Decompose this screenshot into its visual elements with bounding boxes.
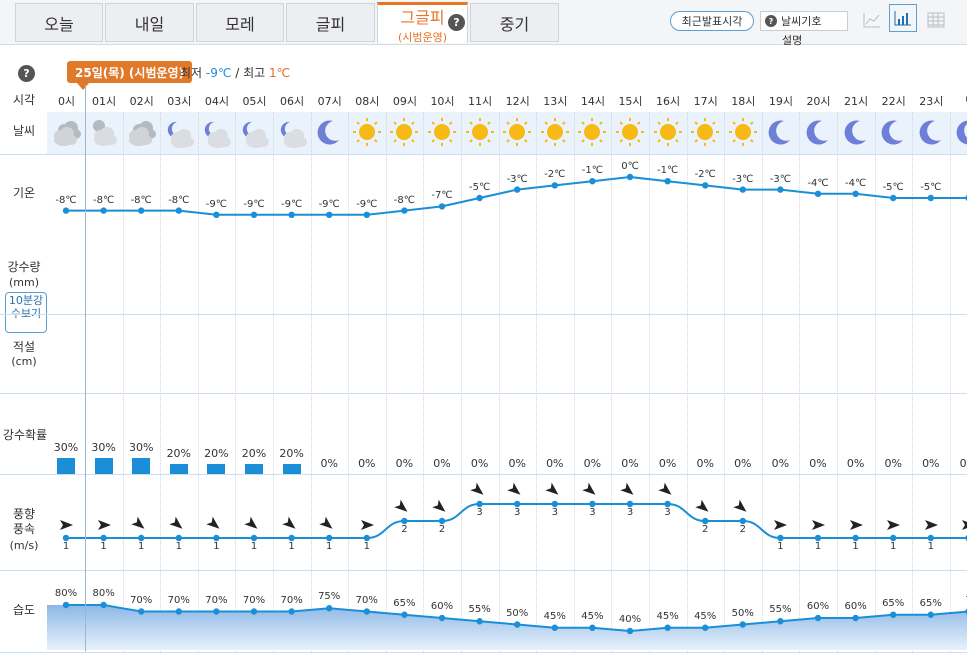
wind-point [250, 534, 258, 542]
current-time-line [85, 85, 86, 651]
humidity-point [551, 624, 558, 631]
wind-point [175, 534, 182, 542]
temperature-point [589, 178, 596, 185]
wind-line [66, 503, 967, 539]
wind-point [626, 500, 634, 508]
humidity-point [739, 621, 746, 628]
humidity-point [890, 611, 897, 618]
humidity-point [702, 624, 709, 631]
temperature-point [927, 194, 934, 202]
wind-point [100, 534, 107, 542]
wind-point [363, 534, 370, 542]
wind-point [438, 517, 446, 525]
temperature-point [852, 190, 859, 197]
wind-point [739, 517, 746, 525]
humidity-point [288, 608, 295, 615]
temperature-point [476, 194, 483, 202]
temperature-point [664, 178, 671, 185]
forecast-chart [47, 173, 967, 650]
temperature-point [814, 190, 822, 197]
wind-point [777, 534, 784, 542]
temperature-point [100, 207, 107, 214]
wind-point [890, 534, 897, 542]
wind-point [213, 534, 220, 542]
temperature-point [739, 186, 746, 193]
wind-point [852, 534, 859, 542]
wind-point [927, 534, 934, 542]
humidity-point [476, 618, 483, 625]
temperature-point [438, 203, 446, 210]
humidity-point [363, 608, 370, 615]
temperature-point [401, 207, 408, 214]
temperature-point [326, 211, 333, 218]
temperature-point [890, 194, 897, 202]
wind-point [288, 534, 295, 542]
humidity-point [777, 618, 784, 625]
wind-point [702, 517, 709, 525]
temperature-point [175, 207, 182, 214]
wind-point [589, 500, 596, 508]
humidity-point [626, 627, 634, 635]
wind-point [401, 517, 408, 525]
temperature-point [288, 211, 295, 218]
wind-point [814, 534, 822, 542]
humidity-point [927, 611, 934, 618]
humidity-point [852, 614, 859, 622]
temperature-point [138, 207, 145, 214]
temperature-line [66, 175, 967, 216]
humidity-point [62, 601, 70, 609]
temperature-point [62, 207, 70, 214]
wind-point [326, 534, 333, 542]
wind-point [664, 500, 671, 508]
humidity-point [589, 624, 596, 631]
humidity-point [664, 624, 671, 631]
wind-point [551, 500, 558, 508]
temperature-point [250, 211, 258, 218]
temperature-point [551, 182, 558, 189]
humidity-point [438, 614, 446, 622]
temperature-point [702, 182, 709, 189]
humidity-point [250, 608, 258, 615]
temperature-point [213, 211, 220, 218]
humidity-point [138, 608, 145, 615]
temperature-point [363, 211, 370, 218]
humidity-point [326, 605, 333, 612]
humidity-point [514, 621, 521, 628]
temperature-point [777, 186, 784, 193]
humidity-point [175, 608, 182, 615]
wind-point [62, 534, 70, 542]
wind-point [138, 534, 145, 542]
wind-point [514, 500, 521, 508]
humidity-point [100, 601, 107, 609]
temperature-point [514, 186, 521, 193]
humidity-point [814, 614, 822, 622]
temperature-point [626, 173, 634, 181]
wind-point [476, 500, 483, 508]
humidity-point [213, 608, 220, 615]
humidity-point [401, 611, 408, 618]
